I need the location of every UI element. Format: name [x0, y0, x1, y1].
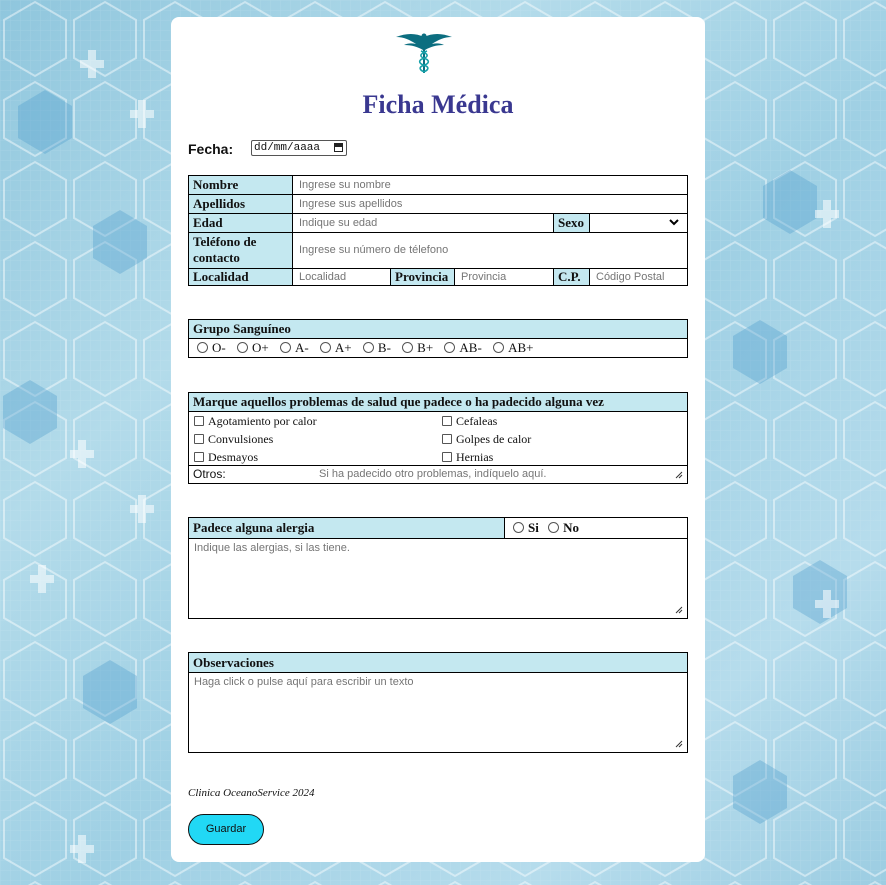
provincia-input[interactable]: Provincia: [454, 268, 553, 285]
caduceus-icon: [396, 33, 452, 73]
blood-group-header: Grupo Sanguíneo: [189, 320, 687, 338]
radio-icon[interactable]: [197, 342, 208, 353]
blood-option-b-pos[interactable]: B+: [402, 340, 433, 355]
allergy-placeholder: Indique las alergias, si las tiene.: [194, 542, 350, 554]
nombre-input[interactable]: Ingrese su nombre: [292, 176, 687, 194]
checkbox-desmayos[interactable]: Desmayos: [194, 448, 317, 466]
footer-text: Clinica OceanoService 2024: [188, 787, 315, 799]
otros-label: Otros:: [193, 467, 226, 481]
checkbox-icon[interactable]: [194, 452, 204, 462]
apellidos-input[interactable]: Ingrese sus apellidos: [292, 194, 687, 213]
radio-icon[interactable]: [444, 342, 456, 353]
checkbox-golpes-calor[interactable]: Golpes de calor: [442, 430, 531, 448]
blood-group-section: Grupo Sanguíneo O- O+ A- A+ B- B+ AB- AB…: [188, 319, 688, 358]
observaciones-placeholder: Haga click o pulse aquí para escribir un…: [194, 676, 414, 688]
fecha-row: Fecha: dd/mm/aaaa: [188, 140, 347, 157]
health-checkbox-grid: Agotamiento por calor Convulsiones Desma…: [189, 411, 687, 465]
checkbox-cefaleas[interactable]: Cefaleas: [442, 412, 531, 430]
checkbox-convulsiones[interactable]: Convulsiones: [194, 430, 317, 448]
allergy-option-no[interactable]: No: [548, 520, 579, 535]
radio-icon[interactable]: [493, 342, 505, 353]
checkbox-icon[interactable]: [442, 416, 452, 426]
radio-icon[interactable]: [513, 522, 524, 533]
checkbox-icon[interactable]: [442, 452, 452, 462]
allergy-yes-no: Si No: [504, 518, 687, 538]
observaciones-section: Observaciones Haga click o pulse aquí pa…: [188, 652, 688, 753]
resize-grip-icon[interactable]: [675, 471, 683, 479]
telefono-label-line1: Teléfono de: [193, 234, 257, 249]
otros-row: Otros: Si ha padecido otro problemas, in…: [189, 465, 687, 483]
telefono-label: Teléfono de contacto: [189, 232, 292, 268]
health-problems-section: Marque aquellos problemas de salud que p…: [188, 392, 688, 484]
fecha-date-input[interactable]: dd/mm/aaaa: [251, 140, 347, 156]
calendar-icon[interactable]: [334, 143, 343, 152]
observaciones-textarea[interactable]: Haga click o pulse aquí para escribir un…: [189, 672, 687, 752]
telefono-input[interactable]: Ingrese su número de télefono: [292, 232, 687, 268]
form-card: Ficha Médica Fecha: dd/mm/aaaa Nombre In…: [171, 17, 705, 862]
chevron-down-icon[interactable]: [669, 219, 679, 226]
nombre-label: Nombre: [189, 176, 292, 194]
blood-option-o-neg[interactable]: O-: [197, 340, 226, 355]
allergy-textarea[interactable]: Indique las alergias, si las tiene.: [189, 538, 687, 618]
checkbox-icon[interactable]: [194, 434, 204, 444]
checkbox-agotamiento[interactable]: Agotamiento por calor: [194, 412, 317, 430]
blood-group-options: O- O+ A- A+ B- B+ AB- AB+: [189, 338, 687, 357]
allergy-header: Padece alguna alergia: [189, 518, 504, 538]
radio-icon[interactable]: [362, 342, 374, 353]
checkbox-hernias[interactable]: Hernias: [442, 448, 531, 466]
apellidos-label: Apellidos: [189, 194, 292, 213]
personal-info-table: Nombre Ingrese su nombre Apellidos Ingre…: [188, 175, 688, 286]
guardar-button[interactable]: Guardar: [188, 814, 264, 845]
observaciones-header: Observaciones: [189, 653, 687, 672]
radio-icon[interactable]: [279, 342, 291, 353]
allergy-option-yes[interactable]: Si: [513, 520, 539, 535]
otros-textarea[interactable]: Si ha padecido otro problemas, indíquelo…: [319, 466, 547, 483]
blood-option-a-pos[interactable]: A+: [319, 340, 352, 355]
radio-icon[interactable]: [319, 342, 331, 353]
edad-label: Edad: [189, 213, 292, 232]
localidad-label: Localidad: [189, 268, 292, 285]
radio-icon[interactable]: [236, 342, 248, 353]
health-problems-header: Marque aquellos problemas de salud que p…: [189, 393, 687, 411]
resize-grip-icon[interactable]: [675, 740, 683, 748]
sexo-label: Sexo: [553, 213, 589, 232]
blood-option-b-neg[interactable]: B-: [362, 340, 391, 355]
allergy-section: Padece alguna alergia Si No Indique las …: [188, 517, 688, 619]
edad-input[interactable]: Indique su edad: [292, 213, 553, 232]
resize-grip-icon[interactable]: [675, 606, 683, 614]
checkbox-icon[interactable]: [194, 416, 204, 426]
fecha-date-placeholder: dd/mm/aaaa: [254, 142, 321, 154]
cp-input[interactable]: Código Postal: [589, 268, 687, 285]
page-title: Ficha Médica: [362, 90, 514, 119]
blood-option-a-neg[interactable]: A-: [279, 340, 309, 355]
checkbox-icon[interactable]: [442, 434, 452, 444]
radio-icon[interactable]: [548, 522, 560, 533]
blood-option-ab-neg[interactable]: AB-: [444, 340, 482, 355]
telefono-label-line2: contacto: [193, 250, 240, 265]
sexo-select[interactable]: [589, 213, 687, 232]
blood-option-o-pos[interactable]: O+: [236, 340, 269, 355]
fecha-label: Fecha:: [188, 141, 234, 157]
blood-option-ab-pos[interactable]: AB+: [493, 340, 533, 355]
radio-icon[interactable]: [402, 342, 414, 353]
provincia-label: Provincia: [390, 268, 454, 285]
localidad-input[interactable]: Localidad: [292, 268, 390, 285]
cp-label: C.P.: [553, 268, 589, 285]
